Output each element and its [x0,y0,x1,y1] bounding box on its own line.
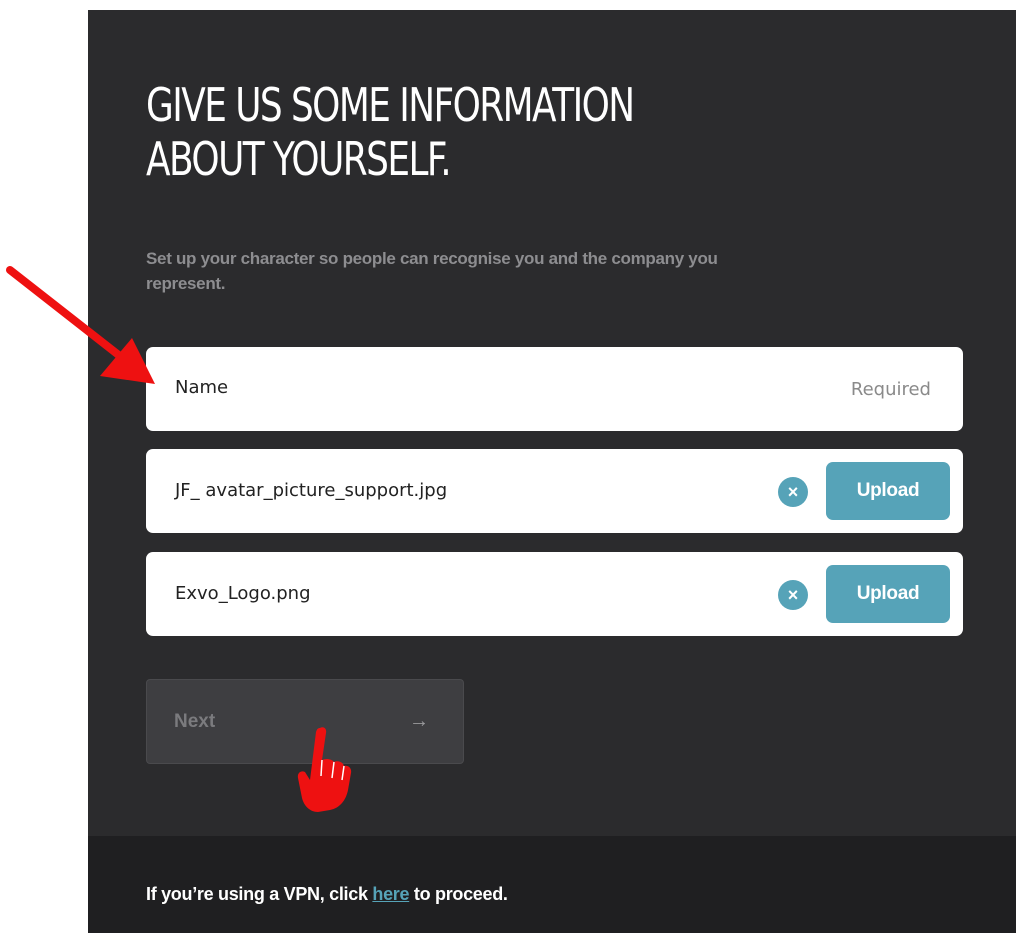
name-field-label: Name [175,377,229,398]
logo-clear-icon[interactable]: × [778,580,808,610]
vpn-notice: If you’re using a VPN, click here to pro… [146,884,508,905]
required-hint: Required [850,379,931,400]
page-title: GIVE US SOME INFORMATION ABOUT YOURSELF. [146,78,635,186]
logo-filename: Exvo_Logo.png [175,583,311,604]
avatar-filename: JF_ avatar_picture_support.jpg [175,480,448,501]
red-arrow-icon [6,266,155,384]
arrow-right-icon: → [409,710,429,732]
next-button-label: Next [174,711,216,732]
vpn-notice-suffix: to proceed. [409,884,508,904]
vpn-here-link[interactable]: here [372,884,409,904]
page-subtitle: Set up your character so people can reco… [146,249,718,293]
avatar-file-field: JF_ avatar_picture_support.jpg × Upload [146,449,963,533]
avatar-upload-button[interactable]: Upload [826,462,950,520]
pointing-hand-icon [297,727,352,812]
logo-file-field: Exvo_Logo.png × Upload [146,552,963,636]
name-field[interactable]: Name Required [146,347,963,431]
vpn-notice-prefix: If you’re using a VPN, click [146,884,373,904]
logo-upload-button[interactable]: Upload [826,565,950,623]
avatar-clear-icon[interactable]: × [778,477,808,507]
